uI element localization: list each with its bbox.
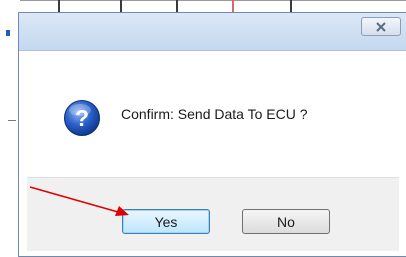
background-tick (232, 0, 234, 12)
dialog-message: Confirm: Send Data To ECU ? (121, 106, 308, 122)
background-dash (8, 120, 16, 121)
close-icon (376, 21, 386, 32)
background-window-strip (0, 0, 20, 251)
dialog-content: ? Confirm: Send Data To ECU ? (27, 51, 399, 177)
background-tick (120, 0, 122, 12)
background-window-edge (0, 0, 406, 1)
confirm-dialog: ? Confirm: Send Data To ECU ? Yes No (18, 12, 406, 257)
dialog-button-bar: Yes No (27, 177, 399, 251)
dialog-titlebar (19, 13, 406, 51)
close-button[interactable] (361, 17, 401, 36)
no-button[interactable]: No (242, 209, 330, 234)
background-tick (290, 0, 292, 12)
question-icon: ? (64, 100, 100, 136)
background-tick (176, 0, 178, 12)
background-marker (6, 30, 10, 36)
svg-text:?: ? (75, 105, 89, 131)
yes-button[interactable]: Yes (122, 209, 210, 234)
background-tick (58, 0, 60, 12)
